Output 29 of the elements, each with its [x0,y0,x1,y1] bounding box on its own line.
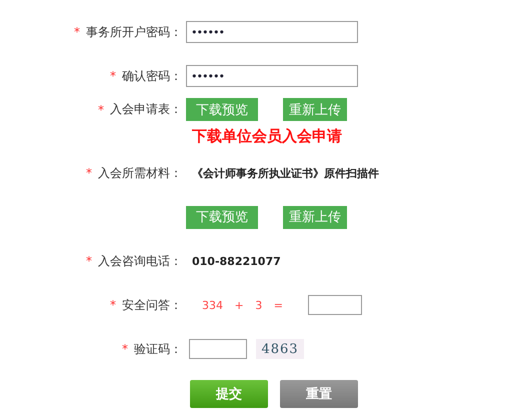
required-mark: * [86,254,92,268]
captcha-image[interactable]: 4863 [256,339,304,359]
field-label: 验证码： [134,340,182,358]
captcha-field[interactable] [189,339,247,359]
download-preview-button[interactable]: 下载预览 [186,206,258,228]
download-link[interactable]: 下载单位会员入会申请 [186,126,342,144]
reupload-button[interactable]: 重新上传 [283,98,347,121]
field-label: 安全问答： [122,296,182,314]
required-mark: * [98,102,104,116]
password-field[interactable]: •••••• [186,65,358,87]
field-label: 事务所开户密码： [86,24,182,40]
field-label: 入会咨询电话： [98,252,182,270]
required-mark: * [122,342,128,356]
required-mark: * [86,166,92,180]
field-label: 入会申请表： [110,101,182,118]
submit-button[interactable]: 提交 [190,380,268,408]
field-label: 入会所需材料： [98,164,182,182]
materials-text: 《会计师事务所执业证书》原件扫描件 [191,166,379,180]
required-mark: * [110,298,116,312]
answer-field[interactable] [308,295,362,315]
field-label: 确认密码： [122,68,182,84]
phone-number: 010-88221077 [191,255,281,268]
security-question: 334 + 3 = [201,298,283,312]
password-field[interactable]: •••••• [186,21,358,43]
download-preview-button[interactable]: 下载预览 [186,98,258,121]
reset-button[interactable]: 重置 [280,380,358,408]
required-mark: * [74,25,80,39]
reupload-button[interactable]: 重新上传 [283,206,347,228]
required-mark: * [110,69,116,83]
